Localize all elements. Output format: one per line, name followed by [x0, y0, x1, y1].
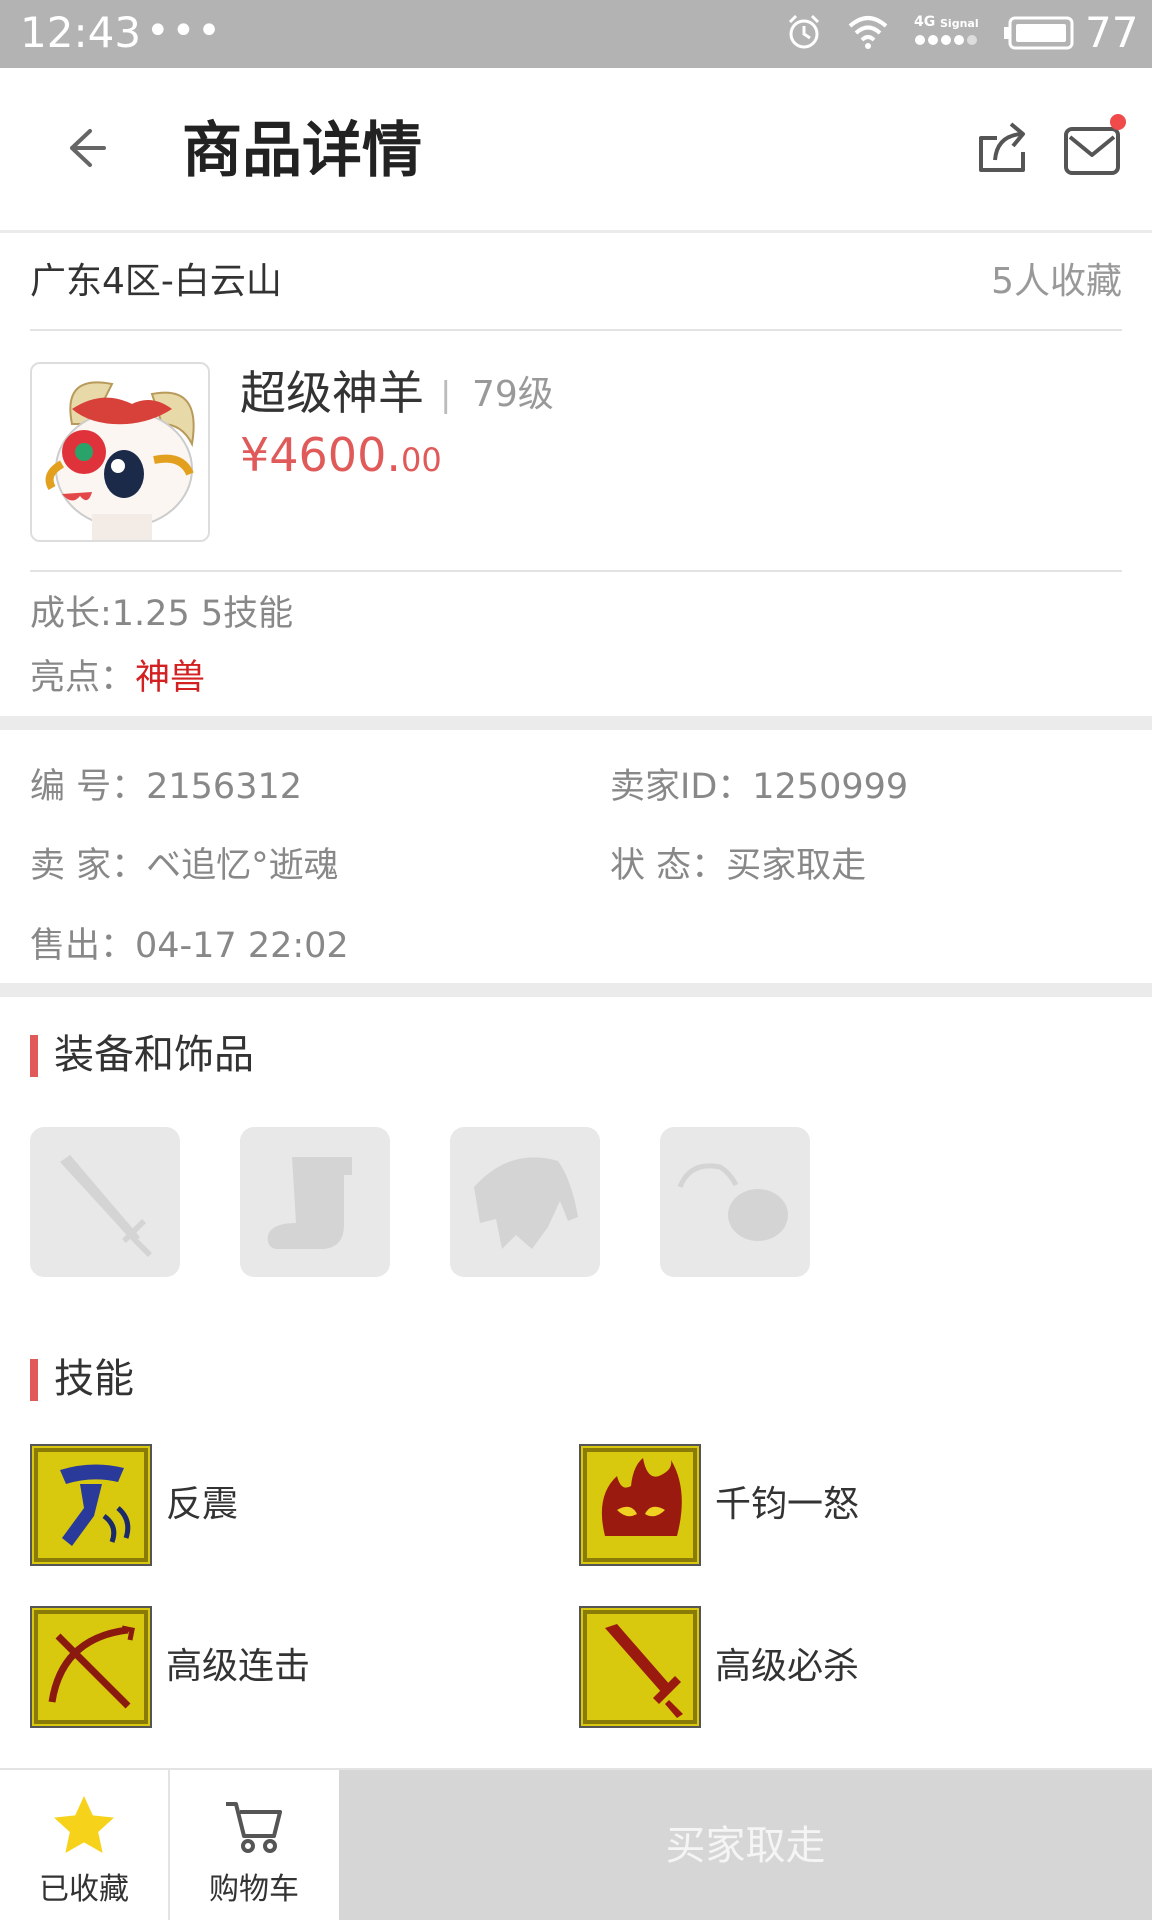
equipment-slot-accessory[interactable]	[660, 1127, 810, 1277]
goat-pet-image	[32, 364, 208, 540]
highlight-row: 亮点：神兽	[30, 654, 205, 702]
notification-dots: •••	[146, 8, 223, 54]
section-accent-bar	[30, 1035, 38, 1077]
skill-item[interactable]: 反震	[30, 1444, 530, 1566]
skill-combo-icon	[30, 1606, 152, 1728]
product-summary: 超级神羊 | 79级 ¥4600.00	[30, 360, 1122, 572]
star-icon	[54, 1796, 114, 1853]
share-icon[interactable]	[975, 120, 1031, 176]
bottom-action-bar: 已收藏 购物车 买家取走	[0, 1768, 1152, 1920]
skill-item[interactable]: 高级必杀	[579, 1606, 1079, 1728]
section-accent-bar	[30, 1359, 38, 1401]
item-status: 状 态：买家取走	[610, 846, 867, 886]
skill-item[interactable]: 高级连击	[30, 1606, 530, 1728]
mail-icon[interactable]	[1062, 123, 1122, 177]
signal-dots-icon	[915, 35, 977, 45]
skill-critical-icon	[579, 1606, 701, 1728]
highlight-label: 亮点：	[30, 658, 136, 698]
cart-icon	[226, 1802, 282, 1853]
price: ¥4600.00	[240, 424, 442, 497]
cart-button[interactable]: 购物车	[170, 1770, 338, 1920]
buy-button-disabled[interactable]: 买家取走	[339, 1770, 1152, 1920]
cart-label: 购物车	[209, 1872, 299, 1907]
seller-name: 卖 家：ベ追忆°逝魂	[30, 846, 339, 886]
equipment-slot-weapon[interactable]	[30, 1127, 180, 1277]
wifi-icon	[848, 16, 888, 49]
signal-label: Signal	[940, 17, 979, 30]
section-divider	[0, 983, 1152, 997]
price-main: ¥4600.	[240, 428, 401, 482]
necklace-icon	[677, 1163, 788, 1241]
status-bar: 12:43 ••• 4G Signal 77	[0, 0, 1152, 68]
equipment-slot-armor[interactable]	[450, 1127, 600, 1277]
alarm-icon	[788, 14, 820, 49]
equipment-section-title: 装备和饰品	[54, 1032, 254, 1078]
item-id: 编 号：2156312	[30, 767, 303, 807]
seller-id: 卖家ID：1250999	[610, 767, 909, 807]
server-name: 广东4区-白云山	[30, 261, 282, 302]
pet-thumbnail[interactable]	[30, 362, 210, 542]
skill-name: 反震	[166, 1484, 239, 1525]
sword-icon	[60, 1155, 152, 1257]
sold-time: 售出：04-17 22:02	[30, 926, 349, 966]
skill-item[interactable]: 千钧一怒	[579, 1444, 1079, 1566]
pet-level: 79级	[472, 374, 554, 415]
battery-icon	[1004, 16, 1074, 50]
skill-rage-icon	[579, 1444, 701, 1566]
highlight-value: 神兽	[135, 658, 206, 698]
boot-icon	[267, 1157, 352, 1249]
app-header: 商品详情	[0, 68, 1152, 233]
status-time: 12:43	[20, 8, 142, 57]
name-separator: |	[440, 375, 452, 415]
server-row: 广东4区-白云山 5人收藏	[30, 236, 1122, 331]
skill-name: 千钧一怒	[715, 1484, 860, 1525]
price-decimal: 00	[400, 441, 442, 479]
skill-name: 高级连击	[166, 1646, 311, 1687]
network-type: 4G	[914, 14, 936, 30]
pet-name: 超级神羊	[240, 366, 424, 420]
skill-name: 高级必杀	[715, 1646, 860, 1687]
favorited-button[interactable]: 已收藏	[0, 1770, 168, 1920]
section-divider	[0, 716, 1152, 730]
battery-level: 77	[1085, 8, 1139, 57]
favorite-count: 5人收藏	[991, 261, 1122, 302]
back-arrow-icon[interactable]	[60, 123, 110, 173]
unread-badge	[1110, 114, 1126, 130]
equipment-slot-boots[interactable]	[240, 1127, 390, 1277]
skill-counter-icon	[30, 1444, 152, 1566]
armor-icon	[474, 1157, 578, 1249]
favorited-label: 已收藏	[39, 1872, 129, 1907]
skills-section-title: 技能	[54, 1356, 134, 1402]
growth-skills: 成长:1.25 5技能	[30, 594, 294, 634]
page-title: 商品详情	[182, 116, 422, 186]
